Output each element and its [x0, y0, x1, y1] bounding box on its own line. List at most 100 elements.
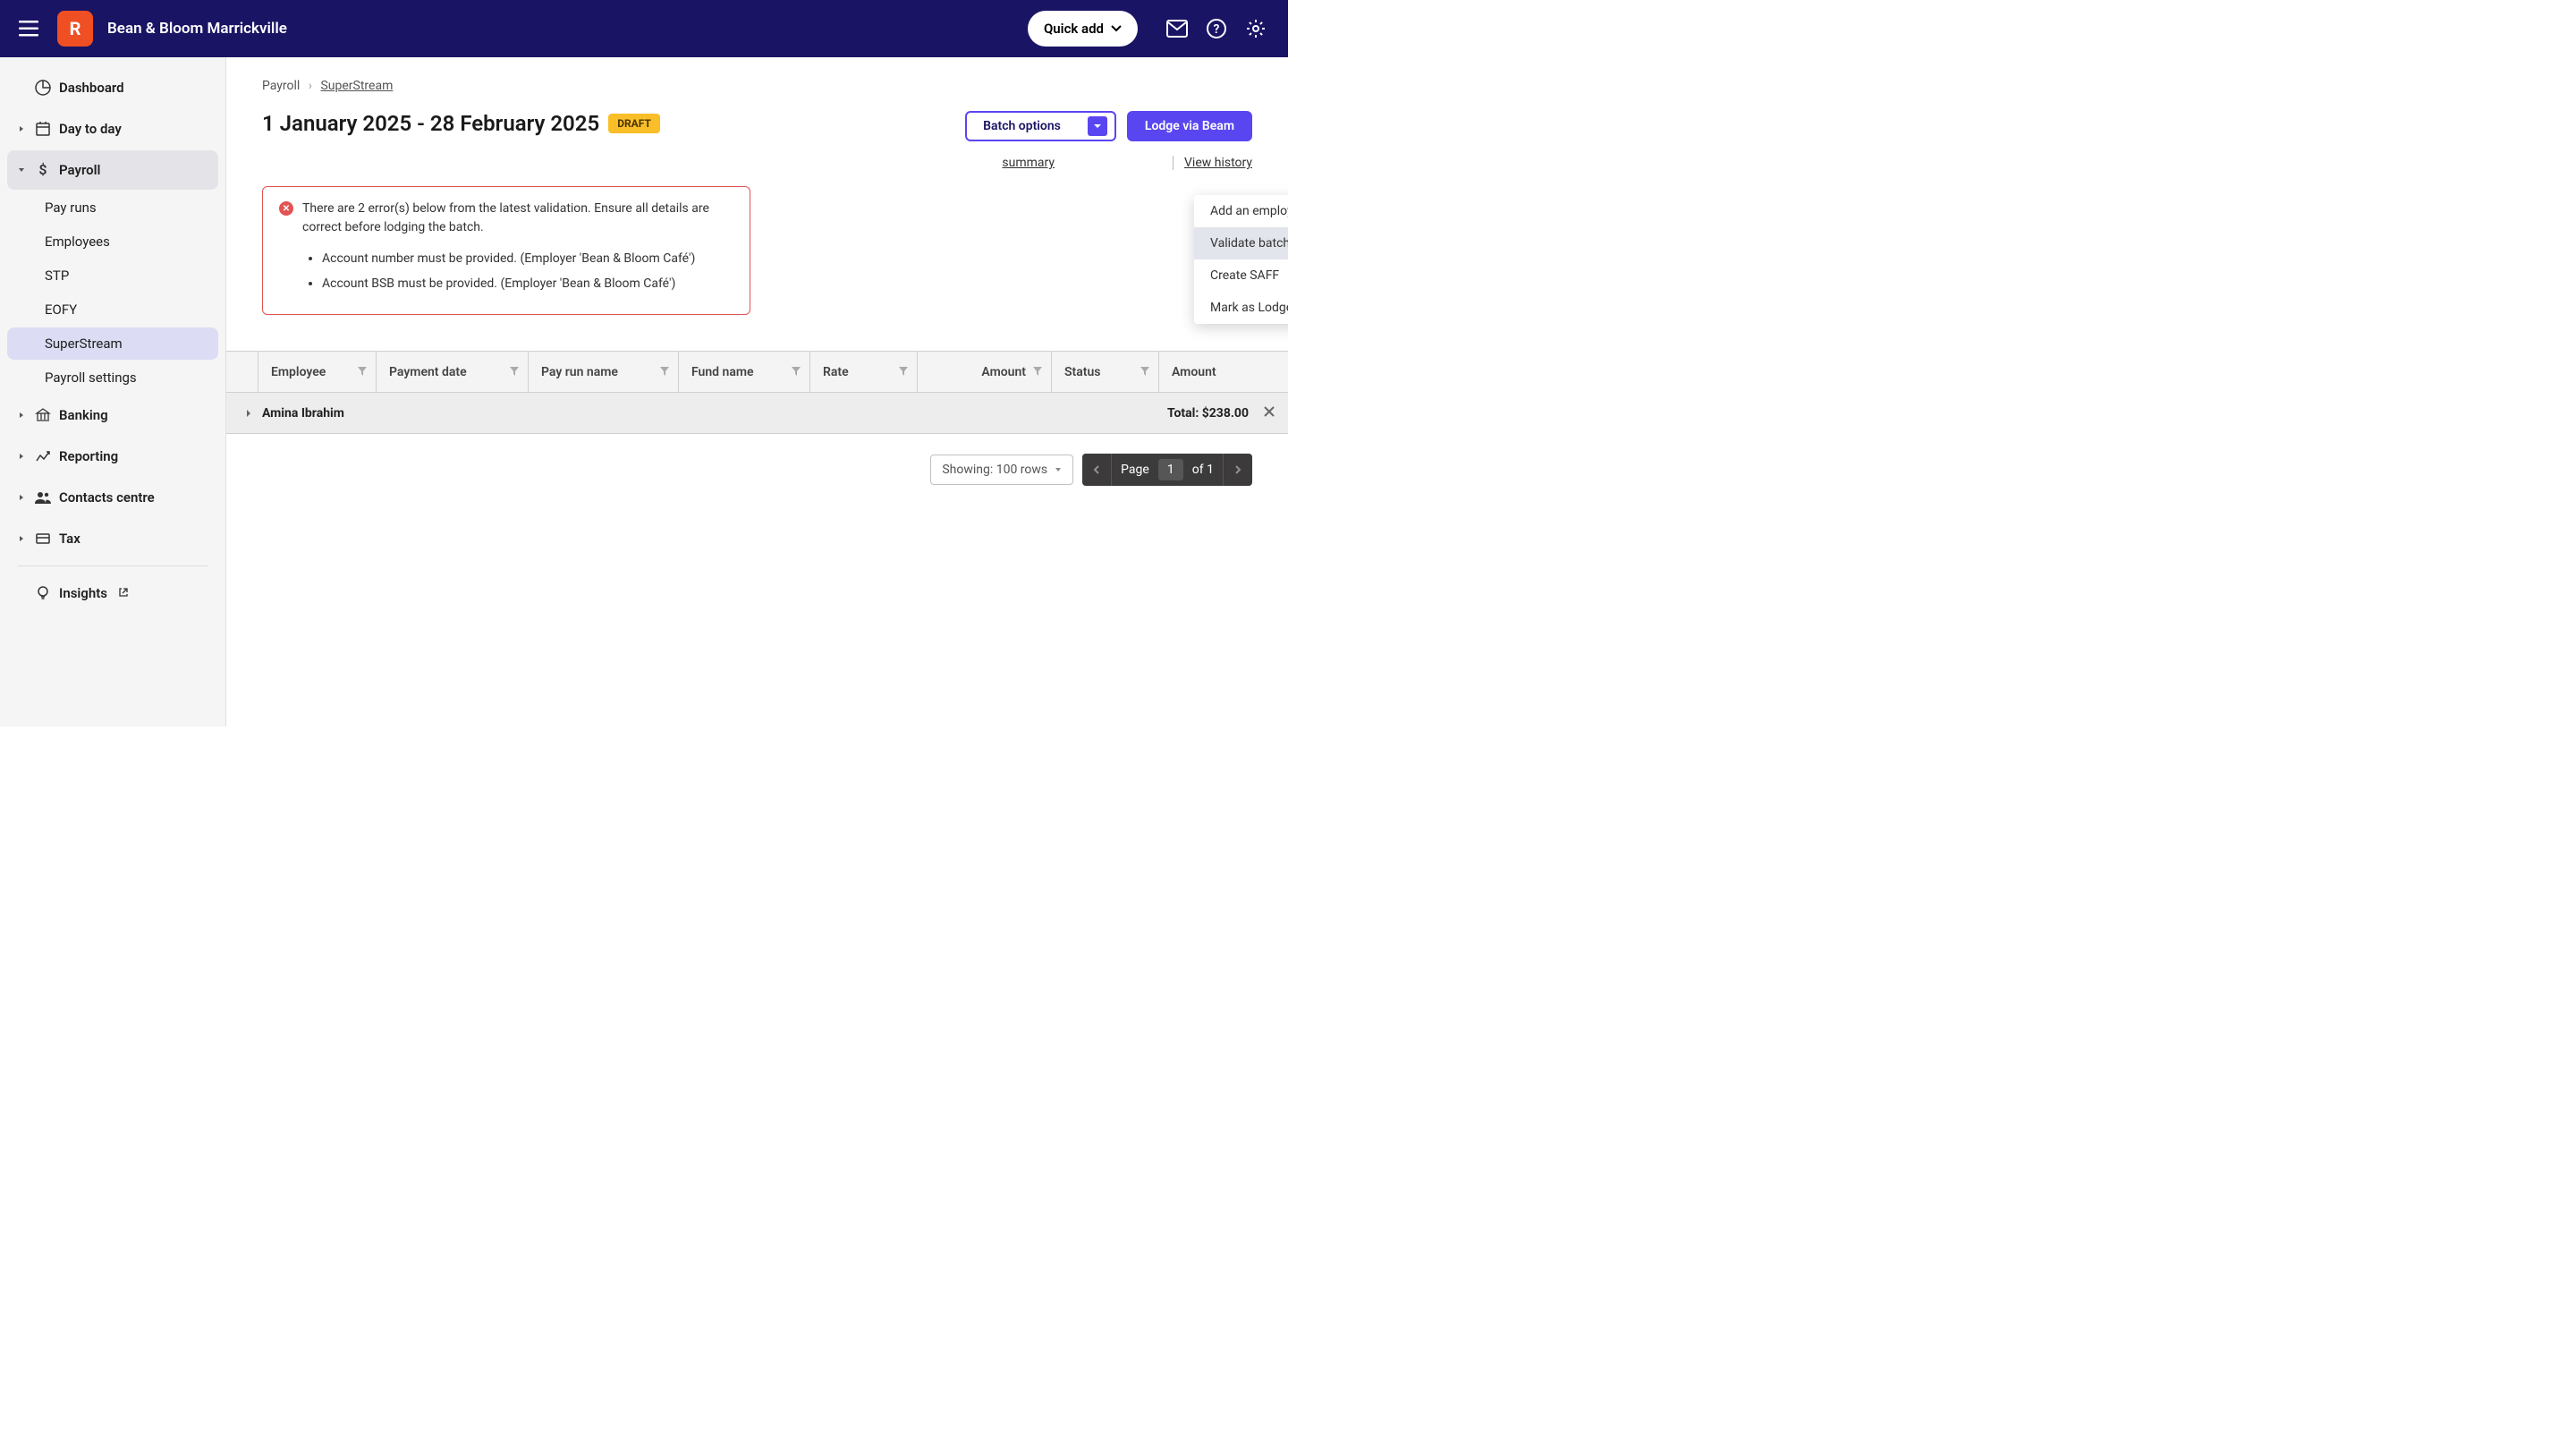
- prev-page-button[interactable]: [1082, 454, 1111, 486]
- filter-icon[interactable]: [792, 365, 801, 379]
- card-icon: [34, 530, 52, 548]
- settings-button[interactable]: [1238, 11, 1274, 47]
- pie-icon: [34, 79, 52, 97]
- filter-icon[interactable]: [660, 365, 669, 379]
- dropdown-create-saff[interactable]: Create SAFF: [1194, 259, 1288, 292]
- th-pay-run-name[interactable]: Pay run name: [529, 352, 679, 392]
- sidebar-item-day-to-day[interactable]: Day to day: [7, 109, 218, 149]
- nav-label: EOFY: [45, 302, 77, 318]
- sidebar: Dashboard Day to day $ Payroll Pay runs …: [0, 57, 226, 726]
- nav-label: Pay runs: [45, 200, 97, 216]
- filter-icon[interactable]: [899, 365, 908, 379]
- th-label: Amount: [981, 365, 1026, 379]
- view-history-link[interactable]: View history: [1184, 156, 1252, 170]
- th-employee[interactable]: Employee: [258, 352, 377, 392]
- help-button[interactable]: ?: [1199, 11, 1234, 47]
- dropdown-mark-lodged[interactable]: Mark as Lodged: [1194, 292, 1288, 324]
- show-summary-link-partial[interactable]: summary: [1002, 156, 1055, 170]
- chart-icon: [34, 447, 52, 465]
- nav-label: SuperStream: [45, 336, 123, 352]
- expand-icon: [16, 533, 27, 544]
- pagination: Showing: 100 rows Page of 1: [262, 454, 1252, 486]
- page-of: of 1: [1183, 463, 1223, 477]
- status-badge: DRAFT: [608, 114, 660, 133]
- error-item: Account BSB must be provided. (Employer …: [322, 271, 733, 296]
- sidebar-item-tax[interactable]: Tax: [7, 519, 218, 558]
- sidebar-item-pay-runs[interactable]: Pay runs: [7, 191, 218, 224]
- validation-error-box: ✕ There are 2 error(s) below from the la…: [262, 186, 750, 315]
- caret-down-icon: [1055, 467, 1062, 472]
- dropdown-validate-batch[interactable]: Validate batch: [1194, 227, 1288, 259]
- filter-icon[interactable]: [1033, 365, 1042, 379]
- th-label: Employee: [271, 365, 326, 379]
- expand-icon: [16, 492, 27, 503]
- expand-icon: [16, 410, 27, 421]
- breadcrumb-root[interactable]: Payroll: [262, 79, 300, 93]
- divider: [1173, 156, 1174, 170]
- expand-icon: [16, 451, 27, 462]
- page-input[interactable]: [1158, 459, 1183, 480]
- filter-icon[interactable]: [1140, 365, 1149, 379]
- sidebar-item-payroll[interactable]: $ Payroll: [7, 150, 218, 190]
- batch-options-label: Batch options: [983, 119, 1061, 133]
- th-payment-date[interactable]: Payment date: [377, 352, 529, 392]
- nav-label: Reporting: [59, 448, 118, 464]
- th-amount[interactable]: Amount: [918, 352, 1052, 392]
- sidebar-item-contacts[interactable]: Contacts centre: [7, 478, 218, 517]
- error-message: There are 2 error(s) below from the late…: [302, 200, 733, 237]
- filter-icon[interactable]: [510, 365, 519, 379]
- batch-options-button[interactable]: Batch options: [965, 111, 1116, 141]
- nav-label: Banking: [59, 407, 108, 423]
- sidebar-item-eofy[interactable]: EOFY: [7, 293, 218, 326]
- filter-icon[interactable]: [358, 365, 367, 379]
- nav-label: Payroll: [59, 162, 100, 178]
- th-status[interactable]: Status: [1052, 352, 1159, 392]
- breadcrumb-current[interactable]: SuperStream: [320, 79, 393, 93]
- sidebar-item-superstream[interactable]: SuperStream: [7, 327, 218, 360]
- nav-label: Tax: [59, 531, 80, 547]
- mail-button[interactable]: [1159, 11, 1195, 47]
- sidebar-item-employees[interactable]: Employees: [7, 225, 218, 258]
- th-rate[interactable]: Rate: [810, 352, 918, 392]
- menu-toggle[interactable]: [14, 14, 43, 43]
- th-expand: [226, 352, 258, 392]
- th-label: Status: [1064, 365, 1100, 379]
- collapse-icon: [16, 165, 27, 175]
- bank-icon: [34, 406, 52, 424]
- gear-icon: [1245, 18, 1267, 39]
- chevron-down-icon: [1111, 25, 1122, 32]
- rows-per-page-dropdown[interactable]: Showing: 100 rows: [930, 455, 1073, 485]
- th-fund-name[interactable]: Fund name: [679, 352, 810, 392]
- lodge-button[interactable]: Lodge via Beam: [1127, 111, 1252, 141]
- table-row[interactable]: Amina Ibrahim Total: $238.00: [226, 393, 1288, 434]
- next-page-button[interactable]: [1224, 454, 1252, 486]
- error-icon: ✕: [279, 201, 293, 216]
- sidebar-item-banking[interactable]: Banking: [7, 395, 218, 435]
- expand-row-icon[interactable]: [239, 409, 258, 418]
- quick-add-button[interactable]: Quick add: [1028, 11, 1138, 47]
- dropdown-add-employee[interactable]: Add an employee: [1194, 195, 1288, 227]
- th-label: Pay run name: [541, 365, 618, 379]
- batch-options-dropdown: Add an employee Validate batch Create SA…: [1194, 195, 1288, 324]
- nav-label: Dashboard: [59, 80, 124, 96]
- pager: Page of 1: [1082, 454, 1252, 486]
- close-icon[interactable]: [1263, 404, 1275, 421]
- row-total: Total: $238.00: [1167, 406, 1249, 421]
- sidebar-item-dashboard[interactable]: Dashboard: [7, 68, 218, 107]
- company-name: Bean & Bloom Marrickville: [107, 20, 287, 38]
- page-label: Page: [1112, 463, 1158, 477]
- sidebar-item-insights[interactable]: Insights: [7, 574, 218, 613]
- app-logo[interactable]: R: [57, 11, 93, 47]
- expand-icon: [16, 123, 27, 134]
- th-label: Rate: [823, 365, 849, 379]
- th-label: Amount: [1172, 365, 1216, 379]
- nav-label: Insights: [59, 585, 107, 601]
- th-amount-2[interactable]: Amount: [1159, 352, 1288, 392]
- sidebar-item-reporting[interactable]: Reporting: [7, 437, 218, 476]
- table-header: Employee Payment date Pay run name Fund …: [226, 352, 1288, 393]
- nav-label: Day to day: [59, 121, 122, 137]
- sidebar-item-stp[interactable]: STP: [7, 259, 218, 292]
- bulb-icon: [34, 584, 52, 602]
- people-icon: [34, 489, 52, 506]
- sidebar-item-payroll-settings[interactable]: Payroll settings: [7, 361, 218, 394]
